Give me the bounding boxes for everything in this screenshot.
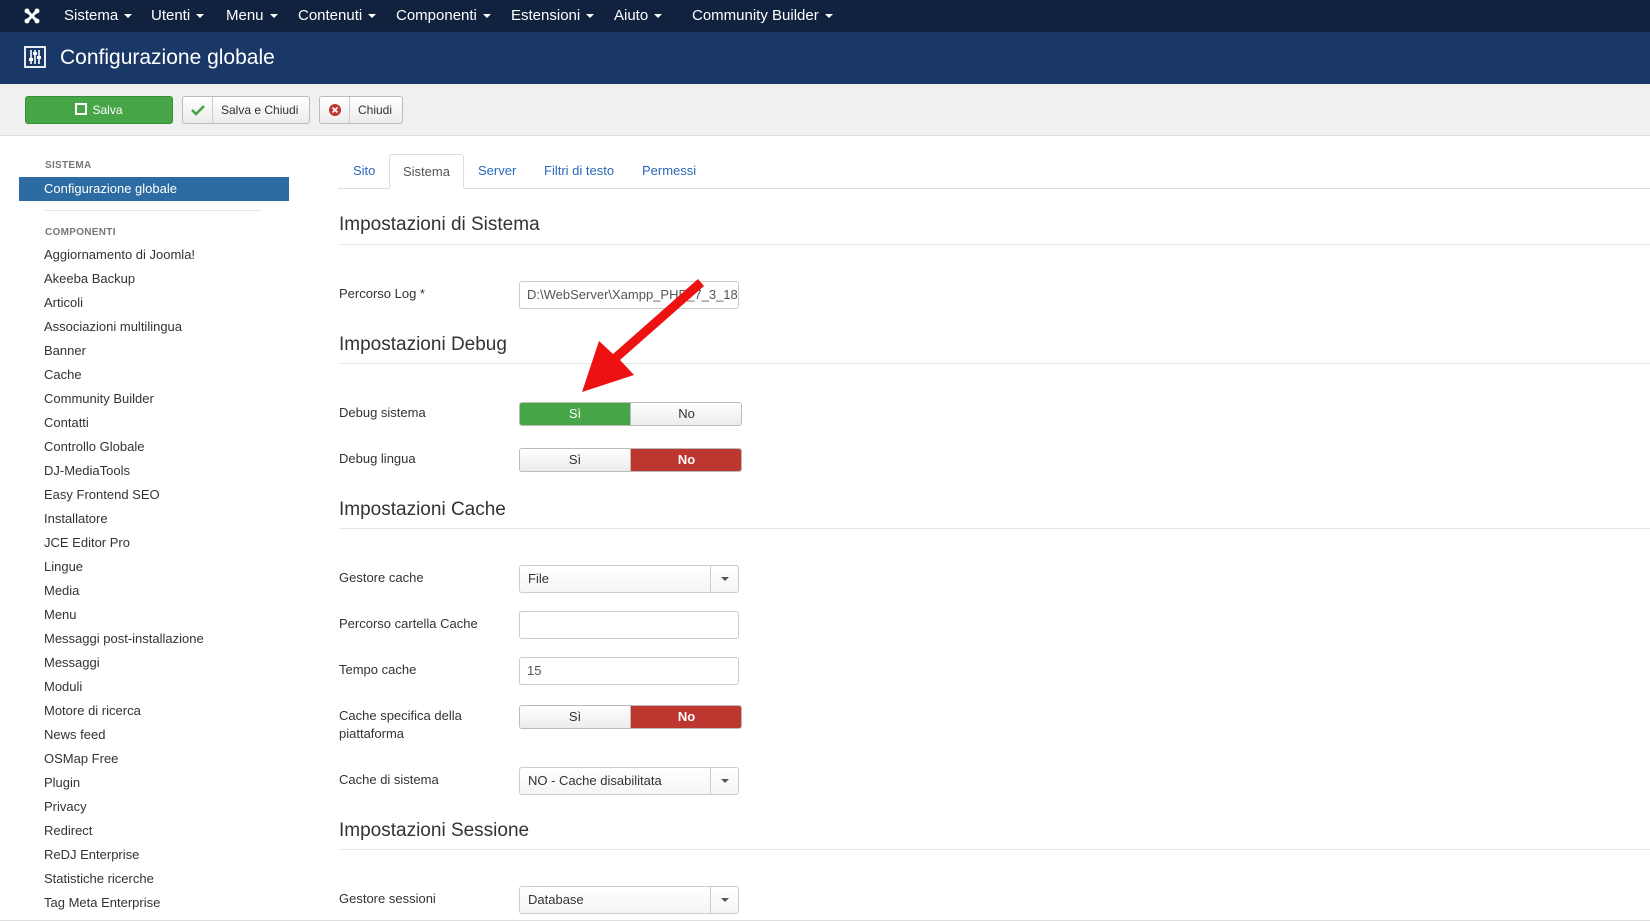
sidebar-item[interactable]: Associazioni multilingua xyxy=(44,319,182,334)
nav-menu[interactable]: Menu xyxy=(226,0,278,32)
section-title-cache: Impostazioni Cache xyxy=(339,499,506,520)
cache-path-input[interactable] xyxy=(519,611,739,639)
session-handler-label: Gestore sessioni xyxy=(339,891,436,906)
sidebar-item[interactable]: Articoli xyxy=(44,295,83,310)
nav-aiuto[interactable]: Aiuto xyxy=(614,0,663,32)
log-path-label: Percorso Log * xyxy=(339,286,425,301)
platform-cache-label: Cache specifica della piattaforma xyxy=(339,708,462,741)
sidebar-item[interactable]: Akeeba Backup xyxy=(44,271,135,286)
sidebar-item[interactable]: Contatti xyxy=(44,415,89,430)
close-circle-icon xyxy=(320,97,350,123)
debug-system-label: Debug sistema xyxy=(339,405,426,420)
sidebar-item[interactable]: Statistiche ricerche xyxy=(44,871,154,886)
debug-system-toggle: Sì No xyxy=(519,402,742,426)
sidebar-item[interactable]: Installatore xyxy=(44,511,108,526)
edit-icon xyxy=(75,103,88,115)
sidebar-item[interactable]: Tag Meta Enterprise xyxy=(44,895,160,910)
section-rule xyxy=(339,528,1650,529)
save-button[interactable]: Salva xyxy=(25,96,173,124)
save-and-close-button[interactable]: Salva e Chiudi xyxy=(182,96,310,124)
debug-language-label: Debug lingua xyxy=(339,451,416,466)
section-title-system: Impostazioni di Sistema xyxy=(339,214,540,235)
cache-handler-label: Gestore cache xyxy=(339,570,424,585)
tab-sito[interactable]: Sito xyxy=(353,154,375,189)
sidebar-item[interactable]: News feed xyxy=(44,727,105,742)
tabs-divider xyxy=(338,188,1650,189)
sidebar-item[interactable]: DJ-MediaTools xyxy=(44,463,130,478)
debug-system-no[interactable]: No xyxy=(631,403,741,425)
chevron-down-icon xyxy=(710,566,738,592)
platform-cache-yes[interactable]: Sì xyxy=(520,706,631,728)
nav-estensioni[interactable]: Estensioni xyxy=(511,0,595,32)
cache-handler-select[interactable]: File xyxy=(519,565,739,593)
session-handler-select[interactable]: Database xyxy=(519,886,739,914)
nav-community-builder[interactable]: Community Builder xyxy=(692,0,833,32)
system-cache-select[interactable]: NO - Cache disabilitata xyxy=(519,767,739,795)
section-title-debug: Impostazioni Debug xyxy=(339,334,507,355)
sidebar-item[interactable]: Media xyxy=(44,583,79,598)
section-rule xyxy=(339,244,1650,245)
system-cache-label: Cache di sistema xyxy=(339,772,439,787)
cache-time-input[interactable]: 15 xyxy=(519,657,739,685)
sidebar-item[interactable]: Banner xyxy=(44,343,86,358)
sidebar-item[interactable]: Lingue xyxy=(44,559,83,574)
tab-server[interactable]: Server xyxy=(478,154,516,189)
sidebar-item[interactable]: OSMap Free xyxy=(44,751,118,766)
nav-sistema[interactable]: Sistema xyxy=(64,0,133,32)
platform-cache-no[interactable]: No xyxy=(631,706,741,728)
tab-filtri-di-testo[interactable]: Filtri di testo xyxy=(544,154,614,189)
sidebar-item[interactable]: Controllo Globale xyxy=(44,439,144,454)
joomla-logo-icon[interactable] xyxy=(22,6,42,26)
sidebar-item[interactable]: Redirect xyxy=(44,823,92,838)
sidebar-item[interactable]: Messaggi post-installazione xyxy=(44,631,204,646)
sidebar-item[interactable]: Motore di ricerca xyxy=(44,703,141,718)
sidebar-item[interactable]: Moduli xyxy=(44,679,82,694)
cache-time-label: Tempo cache xyxy=(339,662,417,677)
section-title-session: Impostazioni Sessione xyxy=(339,820,530,841)
section-rule xyxy=(339,363,1650,364)
sidebar-item[interactable]: ReDJ Enterprise xyxy=(44,847,139,862)
cache-path-label: Percorso cartella Cache xyxy=(339,616,478,631)
red-arrow-annotation-icon xyxy=(582,279,704,392)
debug-language-no[interactable]: No xyxy=(631,449,741,471)
sidebar-heading-componenti: COMPONENTI xyxy=(45,227,116,238)
tab-sistema[interactable]: Sistema xyxy=(389,154,464,189)
top-navbar: Sistema Utenti Menu Contenuti Componenti… xyxy=(0,0,1650,32)
equalizer-icon xyxy=(24,46,46,68)
sidebar-item[interactable]: Privacy xyxy=(44,799,87,814)
sidebar-heading-sistema: SISTEMA xyxy=(45,160,92,171)
sidebar-item[interactable]: Aggiornamento di Joomla! xyxy=(44,247,195,262)
page-title: Configurazione globale xyxy=(60,46,275,69)
check-icon xyxy=(183,97,213,123)
sidebar-item[interactable]: Community Builder xyxy=(44,391,154,406)
sidebar-item[interactable]: Menu xyxy=(44,607,77,622)
toolbar: Salva Salva e Chiudi Chiudi xyxy=(0,84,1650,136)
sidebar-item[interactable]: JCE Editor Pro xyxy=(44,535,130,550)
section-rule xyxy=(339,849,1650,850)
close-button[interactable]: Chiudi xyxy=(319,96,403,124)
chevron-down-icon xyxy=(710,887,738,913)
sidebar-divider xyxy=(45,210,261,211)
nav-componenti[interactable]: Componenti xyxy=(396,0,491,32)
sidebar-item[interactable]: Easy Frontend SEO xyxy=(44,487,160,502)
nav-utenti[interactable]: Utenti xyxy=(151,0,205,32)
debug-language-toggle: Sì No xyxy=(519,448,742,472)
page-header: Configurazione globale xyxy=(0,32,1650,84)
sidebar-item[interactable]: Plugin xyxy=(44,775,80,790)
sidebar-item[interactable]: Cache xyxy=(44,367,82,382)
debug-system-yes[interactable]: Sì xyxy=(520,403,631,425)
nav-contenuti[interactable]: Contenuti xyxy=(298,0,377,32)
platform-cache-toggle: Sì No xyxy=(519,705,742,729)
sidebar-item[interactable]: Messaggi xyxy=(44,655,100,670)
tab-permessi[interactable]: Permessi xyxy=(642,154,696,189)
chevron-down-icon xyxy=(710,768,738,794)
debug-language-yes[interactable]: Sì xyxy=(520,449,631,471)
sidebar-item-configurazione-globale[interactable]: Configurazione globale xyxy=(19,177,289,201)
